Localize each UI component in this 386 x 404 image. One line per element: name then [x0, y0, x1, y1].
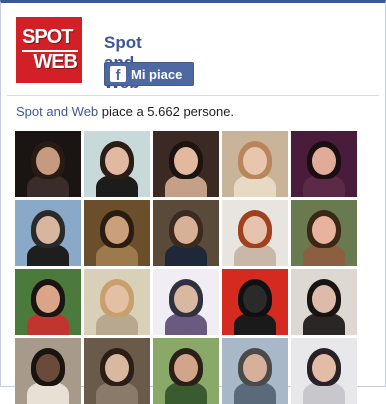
like-count-page-link[interactable]: Spot and Web — [16, 104, 98, 119]
fan-avatar[interactable] — [291, 269, 357, 335]
fan-avatar[interactable] — [84, 131, 150, 197]
fan-avatar[interactable] — [84, 200, 150, 266]
fan-avatar[interactable] — [15, 269, 81, 335]
fan-avatar[interactable] — [291, 338, 357, 404]
fan-avatar[interactable] — [15, 200, 81, 266]
fan-avatar[interactable] — [222, 200, 288, 266]
like-count-label: piace a 5.662 persone. — [98, 104, 235, 119]
divider — [7, 95, 379, 96]
fan-avatar[interactable] — [222, 338, 288, 404]
fan-avatar[interactable] — [291, 131, 357, 197]
fan-avatar[interactable] — [84, 269, 150, 335]
fan-avatar[interactable] — [15, 338, 81, 404]
facebook-page-plugin: SPOT WEB Spot and Web f Mi piace Spot an… — [0, 0, 386, 404]
logo-text-bottom: WEB — [33, 51, 78, 73]
fan-avatar[interactable] — [15, 131, 81, 197]
facebook-f-icon: f — [110, 66, 126, 82]
like-button[interactable]: f Mi piace — [104, 62, 194, 86]
fan-avatar[interactable] — [291, 200, 357, 266]
fan-avatar[interactable] — [84, 338, 150, 404]
fan-avatar[interactable] — [222, 131, 288, 197]
fan-avatar[interactable] — [222, 269, 288, 335]
like-button-label: Mi piace — [131, 67, 183, 82]
page-logo[interactable]: SPOT WEB — [16, 17, 82, 83]
logo-text-top: SPOT — [22, 26, 73, 48]
fan-avatar[interactable] — [153, 131, 219, 197]
fan-avatar[interactable] — [153, 338, 219, 404]
fan-avatar[interactable] — [153, 269, 219, 335]
fan-avatar[interactable] — [153, 200, 219, 266]
like-count-text: Spot and Web piace a 5.662 persone. — [16, 104, 234, 119]
